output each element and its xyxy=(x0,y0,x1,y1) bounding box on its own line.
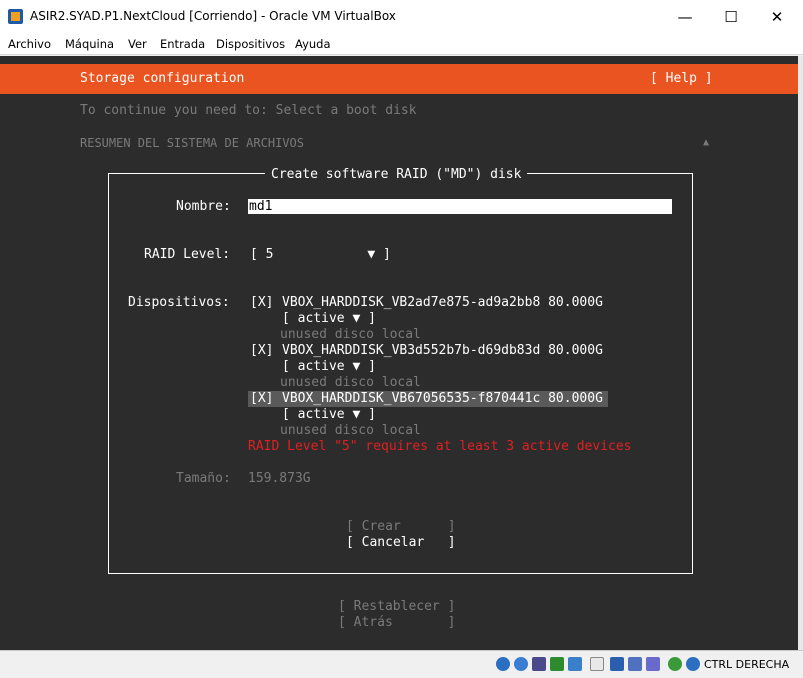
device-description: unused disco local xyxy=(280,423,421,438)
reset-button[interactable]: [ Restablecer ] xyxy=(338,599,455,615)
create-button[interactable]: [ Crear ] xyxy=(346,519,456,535)
device-status-select[interactable]: [ active ▼ ] xyxy=(282,311,376,327)
menu-bar: Archivo Máquina Ver Entrada Dispositivos… xyxy=(0,34,803,55)
raid-level-label: RAID Level: xyxy=(144,247,231,262)
menu-maquina[interactable]: Máquina xyxy=(65,37,114,51)
hard-disk-icon[interactable] xyxy=(496,657,510,671)
mouse-integration-icon[interactable] xyxy=(668,657,682,671)
device-status-select[interactable]: [ active ▼ ] xyxy=(282,359,376,375)
window-titlebar: ASIR2.SYAD.P1.NextCloud [Corriendo] - Or… xyxy=(0,0,803,34)
window-title: ASIR2.SYAD.P1.NextCloud [Corriendo] - Or… xyxy=(30,9,396,23)
back-button[interactable]: [ Atrás ] xyxy=(338,615,455,631)
device-checkbox[interactable]: [X] xyxy=(250,343,273,359)
device-name: VBOX_HARDDISK_VB67056535-f870441c 80.000… xyxy=(282,391,603,406)
host-key-label: CTRL DERECHA xyxy=(704,658,790,671)
device-description: unused disco local xyxy=(280,375,421,390)
raid-error-message: RAID Level "5" requires at least 3 activ… xyxy=(248,439,632,454)
cancel-button[interactable]: [ Cancelar ] xyxy=(346,535,456,551)
maximize-button[interactable]: ☐ xyxy=(708,0,754,34)
size-value: 159.873G xyxy=(248,471,311,486)
devices-label: Dispositivos: xyxy=(128,295,230,310)
minimize-button[interactable]: — xyxy=(662,0,708,34)
status-bar: CTRL DERECHA xyxy=(0,650,803,678)
device-checkbox[interactable]: [X] xyxy=(250,295,273,311)
menu-ver[interactable]: Ver xyxy=(128,37,147,51)
filesystem-summary-heading: RESUMEN DEL SISTEMA DE ARCHIVOS xyxy=(80,136,304,150)
installer-header: Storage configuration [ Help ] xyxy=(0,64,798,94)
help-button[interactable]: [ Help ] xyxy=(650,71,713,86)
name-label: Nombre: xyxy=(176,199,231,214)
optical-drive-icon[interactable] xyxy=(514,657,528,671)
menu-ayuda[interactable]: Ayuda xyxy=(295,37,331,51)
display-icon[interactable] xyxy=(610,657,624,671)
virtualbox-icon xyxy=(8,9,23,24)
device-status-select[interactable]: [ active ▼ ] xyxy=(282,407,376,423)
video-capture-icon[interactable] xyxy=(628,657,642,671)
audio-icon[interactable] xyxy=(532,657,546,671)
instruction-text: To continue you need to: Select a boot d… xyxy=(80,103,417,118)
menu-entrada[interactable]: Entrada xyxy=(160,37,205,51)
raid-dialog xyxy=(108,173,693,574)
scroll-up-arrow-icon[interactable]: ▲ xyxy=(703,135,709,151)
raid-level-select[interactable]: [ 5 ▼ ] xyxy=(250,247,391,263)
name-input[interactable]: md1 xyxy=(248,199,672,214)
header-title: Storage configuration xyxy=(80,71,245,86)
device-checkbox[interactable]: [X] xyxy=(250,391,273,407)
usb-icon[interactable] xyxy=(568,657,582,671)
vm-frame-edge xyxy=(798,56,803,650)
size-label: Tamaño: xyxy=(176,471,231,486)
close-button[interactable]: ✕ xyxy=(754,0,800,34)
menu-archivo[interactable]: Archivo xyxy=(8,37,51,51)
menu-dispositivos[interactable]: Dispositivos xyxy=(216,37,285,51)
device-description: unused disco local xyxy=(280,327,421,342)
host-key-arrow-icon xyxy=(686,657,700,671)
shared-folders-icon[interactable] xyxy=(590,657,604,671)
device-name: VBOX_HARDDISK_VB2ad7e875-ad9a2bb8 80.000… xyxy=(282,295,603,310)
vm-screen[interactable]: Storage configuration [ Help ] To contin… xyxy=(0,56,798,650)
dialog-title: Create software RAID ("MD") disk xyxy=(265,167,528,183)
network-icon[interactable] xyxy=(550,657,564,671)
device-name: VBOX_HARDDISK_VB3d552b7b-d69db83d 80.000… xyxy=(282,343,603,358)
virtualization-icon xyxy=(646,657,660,671)
